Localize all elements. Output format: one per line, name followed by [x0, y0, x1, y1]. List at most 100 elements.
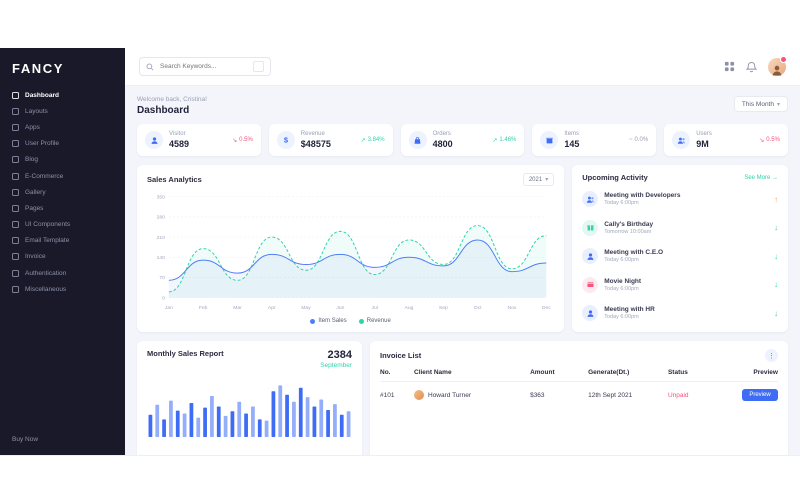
svg-text:Dec: Dec	[542, 305, 551, 311]
sidebar-item-label: Authentication	[25, 270, 66, 277]
sales-chart: 070140210280350JanFebMarAprMayJunJulAugS…	[147, 189, 554, 317]
period-select[interactable]: This Month	[734, 96, 788, 112]
see-more-link[interactable]: See More →	[744, 175, 778, 181]
svg-text:Mar: Mar	[233, 305, 242, 311]
authentication-icon	[12, 270, 19, 277]
app-logo: FANCY	[0, 48, 125, 85]
sidebar-item-layouts[interactable]: Layouts	[0, 103, 125, 119]
col-generate-date: Generate(Dt.)	[588, 369, 668, 376]
sidebar-item-ui-components[interactable]: UI Components	[0, 217, 125, 233]
activity-trend-icon: ↓	[774, 223, 778, 232]
activity-item[interactable]: Movie Night Today 6:00pm ↓	[582, 274, 778, 296]
search-shortcut-icon	[253, 61, 264, 72]
stat-label: Visitor	[169, 131, 226, 137]
sidebar-item-label: E-Commerce	[25, 173, 63, 180]
invoice-row[interactable]: #101 Howard Turner $363 12th Sept 2021 U…	[380, 382, 778, 401]
sidebar-item-gallery[interactable]: Gallery	[0, 184, 125, 200]
sidebar-item-label: Layouts	[25, 108, 48, 115]
trend-arrow: ↗	[361, 137, 366, 144]
stat-card-items: Items 145 ~ 0.0%	[532, 124, 656, 156]
stat-value: $48575	[301, 139, 355, 149]
chevron-down-icon	[777, 101, 780, 108]
col-no: No.	[380, 369, 414, 376]
trend-arrow: ~	[629, 137, 633, 143]
user-avatar[interactable]	[768, 58, 786, 76]
gift-icon	[582, 220, 598, 236]
col-preview: Preview	[753, 369, 778, 376]
invoice-list-card: Invoice List No. Client Name Amount Gene…	[370, 341, 788, 455]
apps-grid-icon[interactable]	[724, 61, 735, 72]
sidebar-item-authentication[interactable]: Authentication	[0, 265, 125, 281]
sidebar-item-label: Pages	[25, 205, 43, 212]
sidebar-item-apps[interactable]: Apps	[0, 119, 125, 135]
activity-trend-icon: ↓	[774, 280, 778, 289]
invoice-amount: $363	[530, 392, 588, 399]
svg-text:280: 280	[157, 215, 166, 221]
col-client-name: Client Name	[414, 369, 530, 376]
legend-label: Item Sales	[318, 318, 346, 324]
stat-value: 9M	[696, 139, 753, 149]
svg-text:Sep: Sep	[439, 305, 448, 311]
main-content: Welcome back, Cristina! Dashboard This M…	[125, 86, 800, 455]
sidebar-item-ecommerce[interactable]: E-Commerce	[0, 168, 125, 184]
activity-item[interactable]: Meeting with Developers Today 6:00pm ↑	[582, 188, 778, 210]
year-select[interactable]: 2021	[523, 173, 554, 186]
legend-dot-revenue	[359, 319, 364, 324]
svg-text:0: 0	[162, 295, 165, 301]
activity-time: Today 6:00pm	[604, 314, 768, 320]
svg-text:Aug: Aug	[405, 305, 414, 311]
sidebar-item-invoice[interactable]: Invoice	[0, 249, 125, 265]
svg-text:350: 350	[157, 195, 166, 201]
stat-card-revenue: $ Revenue $48575 ↗ 3.84%	[269, 124, 393, 156]
chevron-down-icon	[545, 176, 548, 183]
sidebar-item-label: Miscellaneous	[25, 286, 66, 293]
bell-icon[interactable]	[746, 61, 757, 73]
activity-item[interactable]: Meeting with HR Today 6:00pm ↓	[582, 302, 778, 324]
invoice-status: Unpaid	[668, 392, 726, 399]
svg-text:Feb: Feb	[199, 305, 208, 311]
activity-title: Meeting with Developers	[604, 192, 768, 199]
sidebar-item-miscellaneous[interactable]: Miscellaneous	[0, 281, 125, 297]
upcoming-activity-title: Upcoming Activity	[582, 173, 648, 182]
layouts-icon	[12, 108, 19, 115]
activity-title: Movie Night	[604, 278, 768, 285]
stat-label: Orders	[433, 131, 487, 137]
activity-item[interactable]: Meeting with C.E.O Today 6:00pm ↓	[582, 245, 778, 267]
person-icon	[582, 248, 598, 264]
svg-text:May: May	[301, 305, 311, 311]
sidebar-item-user-profile[interactable]: User Profile	[0, 136, 125, 152]
sidebar-item-dashboard[interactable]: Dashboard	[0, 87, 125, 103]
dashboard-icon	[12, 92, 19, 99]
dollar-icon: $	[277, 131, 295, 149]
shopping-bag-icon	[409, 131, 427, 149]
search-input[interactable]	[158, 62, 249, 71]
sidebar-item-pages[interactable]: Pages	[0, 200, 125, 216]
invoice-table-header: No. Client Name Amount Generate(Dt.) Sta…	[380, 369, 778, 382]
email-template-icon	[12, 237, 19, 244]
stat-card-users: Users 9M ↘ 0.5%	[664, 124, 788, 156]
client-name: Howard Turner	[428, 392, 471, 399]
search-box[interactable]	[139, 57, 271, 76]
stat-card-visitor: Visitor 4589 ↘ 0.5%	[137, 124, 261, 156]
sidebar-item-blog[interactable]: Blog	[0, 152, 125, 168]
activity-item[interactable]: Cally's Birthday Tomorrow 10:00am ↓	[582, 217, 778, 239]
svg-text:Jan: Jan	[165, 305, 173, 311]
upcoming-activity-card: Upcoming Activity See More →	[572, 165, 788, 332]
sales-analytics-title: Sales Analytics	[147, 175, 202, 184]
stat-change: ~ 0.0%	[629, 137, 648, 143]
svg-text:Jul: Jul	[372, 305, 378, 311]
svg-text:Apr: Apr	[268, 305, 276, 311]
more-options-button[interactable]	[765, 349, 778, 362]
buy-now-button[interactable]: Buy Now	[0, 426, 125, 455]
preview-button[interactable]: Preview	[742, 389, 778, 401]
legend-dot-item-sales	[310, 319, 315, 324]
apps-icon	[12, 124, 19, 131]
activity-title: Meeting with C.E.O	[604, 249, 768, 256]
sidebar-item-email-template[interactable]: Email Template	[0, 233, 125, 249]
users-icon	[672, 131, 690, 149]
svg-text:$: $	[284, 136, 289, 145]
trend-arrow: ↘	[232, 137, 237, 144]
visitor-icon	[145, 131, 163, 149]
sales-analytics-card: Sales Analytics 2021 070140210280350JanF…	[137, 165, 564, 332]
topbar	[125, 48, 800, 86]
